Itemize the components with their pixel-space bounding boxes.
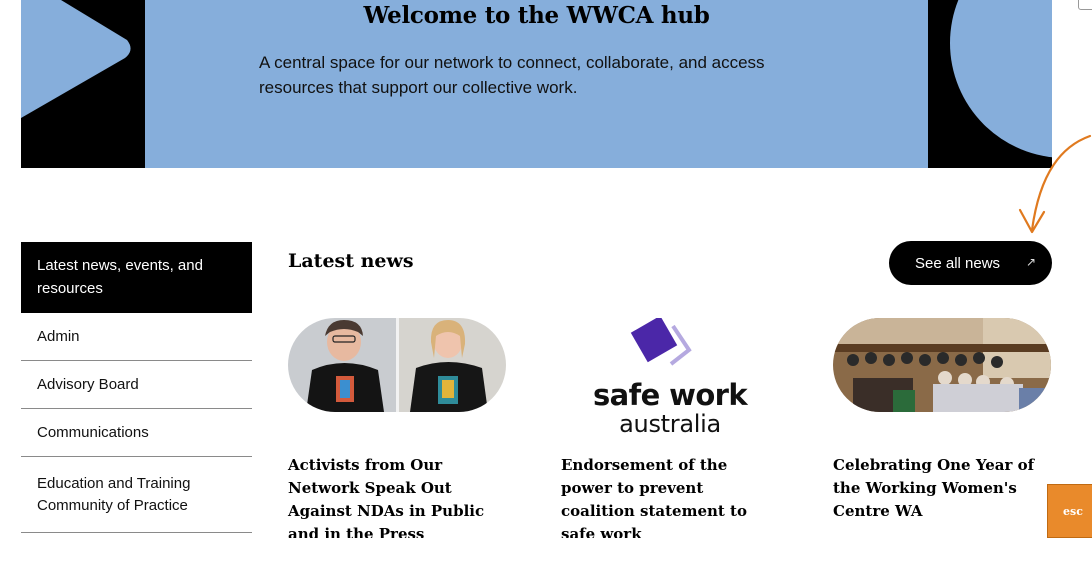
sidebar-item-advisory-board[interactable]: Advisory Board (21, 361, 252, 409)
hero-title: Welcome to the WWCA hub (363, 2, 710, 29)
audience-in-hall-photo[interactable] (833, 318, 1051, 412)
sidebar-item-label: Admin (37, 328, 80, 345)
news-card[interactable]: Celebrating One Year of the Working Wome… (833, 318, 1053, 523)
page-bottom-area (0, 538, 1092, 584)
news-card[interactable]: safe work australia Endorsement of the p… (561, 318, 781, 546)
arrow-up-right-icon: ↗ (1025, 255, 1036, 269)
sidebar-item-label: Advisory Board (37, 376, 139, 393)
checkbox-corner[interactable] (1078, 0, 1092, 10)
news-card[interactable]: Activists from Our Network Speak Out Aga… (288, 318, 508, 546)
see-all-news-button[interactable]: See all news ↗ (889, 241, 1052, 285)
hero-banner: Welcome to the WWCA hub A central space … (21, 0, 1052, 168)
safe-work-australia-logo[interactable]: safe work australia (561, 318, 779, 438)
sidebar-item-communications[interactable]: Communications (21, 409, 252, 457)
news-heading: Latest news (288, 250, 414, 272)
sidebar-nav: Latest news, events, and resources Admin… (21, 242, 252, 533)
escape-button[interactable]: esc (1047, 484, 1092, 538)
sidebar-item-label: Latest news, events, and resources (37, 257, 203, 297)
two-women-in-black-tshirts-photo[interactable] (288, 318, 506, 412)
news-card-title[interactable]: Celebrating One Year of the Working Wome… (833, 454, 1048, 523)
sidebar-item-label: Education and Training Community of Prac… (37, 474, 191, 514)
sidebar-item-admin[interactable]: Admin (21, 313, 252, 361)
news-card-title[interactable]: Activists from Our Network Speak Out Aga… (288, 454, 503, 546)
sidebar-item-education-training[interactable]: Education and Training Community of Prac… (21, 457, 252, 533)
sidebar-item-latest-news[interactable]: Latest news, events, and resources (21, 242, 252, 313)
hero-description: A central space for our network to conne… (259, 53, 765, 97)
sidebar-item-label: Communications (37, 424, 149, 441)
see-all-label: See all news (915, 254, 1001, 272)
logo-text-line2: australia (619, 410, 721, 438)
logo-text-line1: safe work (592, 378, 748, 412)
annotation-arrow-icon (1018, 134, 1092, 234)
news-card-title[interactable]: Endorsement of the power to prevent coal… (561, 454, 776, 546)
